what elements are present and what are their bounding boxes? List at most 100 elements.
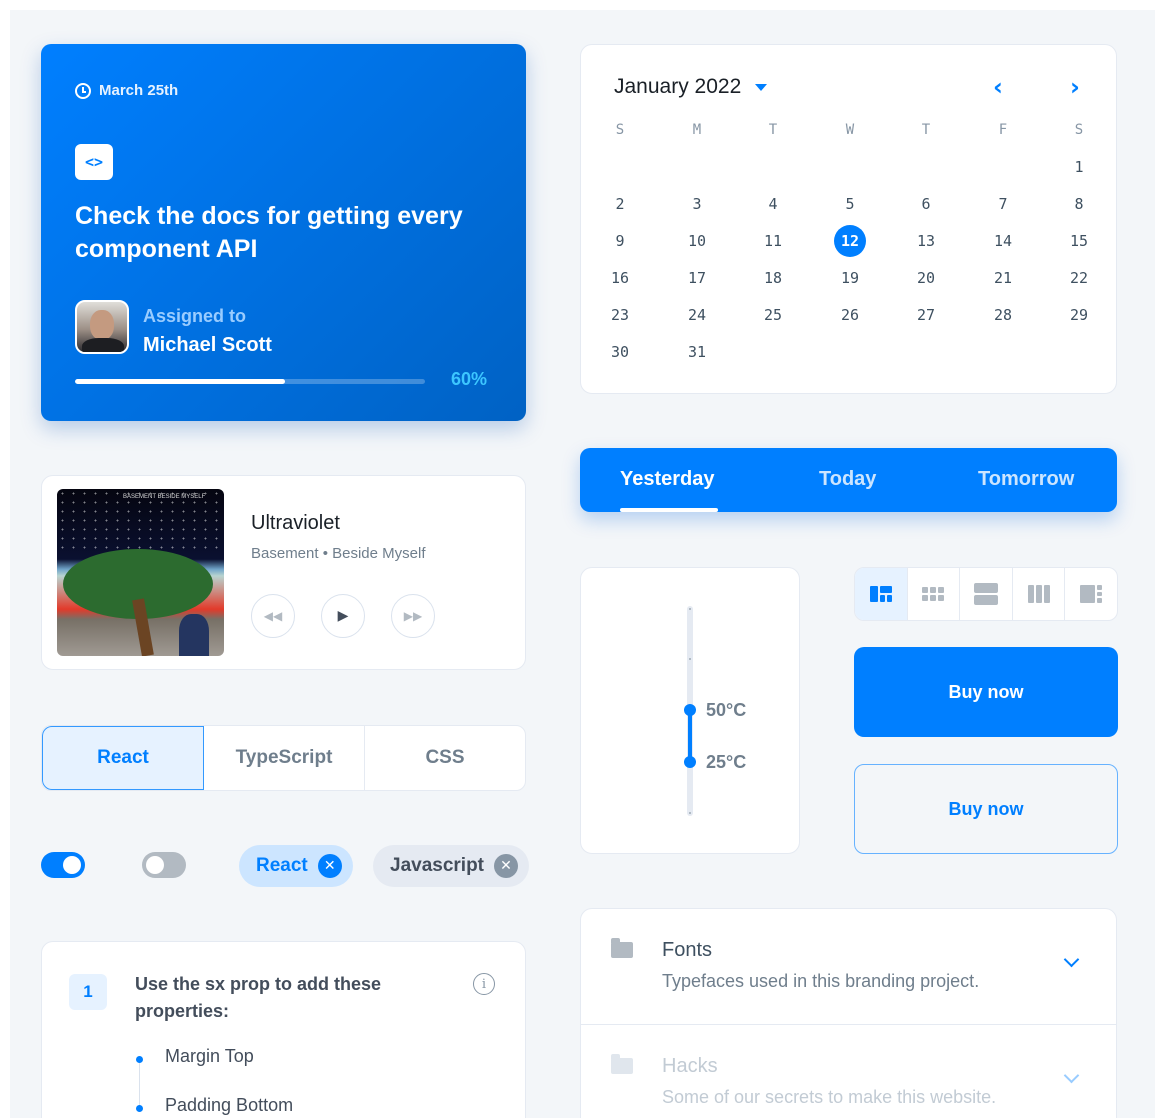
task-progress-bar [75, 379, 425, 384]
calendar-day[interactable]: 29 [1061, 300, 1097, 330]
switch-knob [146, 856, 164, 874]
chevron-right-icon[interactable]: › [1070, 73, 1080, 101]
calendar-day[interactable]: 15 [1061, 226, 1097, 256]
calendar-day[interactable]: 30 [602, 337, 638, 367]
weekday-label: F [998, 122, 1008, 138]
toggle-view-quilt[interactable] [855, 568, 908, 620]
toggle-view-module[interactable] [908, 568, 961, 620]
album-art-text: BASEMENT BESIDE MYSELF [123, 494, 206, 500]
tab-indicator [620, 508, 718, 512]
toggle-view-sidebar[interactable] [1065, 568, 1117, 620]
calendar-day[interactable]: 24 [679, 300, 715, 330]
switch-off[interactable] [142, 852, 186, 878]
calendar-day[interactable]: 14 [985, 226, 1021, 256]
calendar-day[interactable]: 19 [832, 263, 868, 293]
slider-thumb-low[interactable] [684, 756, 696, 768]
fast-forward-icon[interactable]: ▶▶ [391, 594, 435, 638]
accordion-item-hacks[interactable]: Hacks Some of our secrets to make this w… [581, 1024, 1116, 1118]
calendar-day[interactable]: 20 [908, 263, 944, 293]
tab-tomorrow[interactable]: Tomorrow [978, 468, 1074, 491]
calendar-day[interactable]: 1 [1061, 152, 1097, 182]
calendar-day[interactable]: 6 [908, 189, 944, 219]
calendar-day[interactable]: 21 [985, 263, 1021, 293]
calendar-day[interactable]: 18 [755, 263, 791, 293]
tab-today[interactable]: Today [819, 468, 876, 491]
play-icon[interactable]: ▶ [321, 594, 365, 638]
toggle-view-agenda[interactable] [960, 568, 1013, 620]
calendar-week-row: 1 [581, 152, 1118, 189]
calendar-day[interactable]: 3 [679, 189, 715, 219]
weekday-label: W [845, 122, 855, 138]
switch-on[interactable] [41, 852, 85, 878]
close-icon[interactable]: ✕ [494, 854, 519, 878]
buy-now-outlined-button[interactable]: Buy now [854, 764, 1118, 854]
step-dot [136, 1105, 143, 1112]
step-item: Margin Top [165, 1046, 254, 1066]
task-progress-fill [75, 379, 285, 384]
segment-css[interactable]: CSS [365, 726, 525, 790]
view-agenda-icon [973, 583, 998, 605]
calendar-week-row: 23 24 25 26 27 28 29 [581, 300, 1118, 337]
calendar-day[interactable]: 31 [679, 337, 715, 367]
calendar-day[interactable]: 5 [832, 189, 868, 219]
caret-down-icon[interactable] [755, 83, 768, 91]
calendar-day[interactable]: 10 [679, 226, 715, 256]
calendar-day[interactable]: 7 [985, 189, 1021, 219]
calendar-day[interactable]: 28 [985, 300, 1021, 330]
folder-icon [611, 1054, 633, 1074]
calendar-header[interactable]: January 2022 [614, 75, 768, 99]
date-calendar: January 2022 ‹ › S M T W T F S 1 2 3 4 5 6 7 8 9 10 11 12 1… [580, 44, 1117, 394]
album-art: BASEMENT BESIDE MYSELF [57, 489, 224, 656]
calendar-day[interactable]: 13 [908, 226, 944, 256]
calendar-day-selected[interactable]: 12 [834, 225, 866, 257]
step-text: Use the sx prop to add these properties: [135, 974, 382, 1021]
calendar-day[interactable]: 11 [755, 226, 791, 256]
song-title: Ultraviolet [251, 512, 340, 534]
segment-react[interactable]: React [42, 726, 204, 790]
calendar-week-row: 30 31 [581, 337, 1118, 374]
chevron-down-icon[interactable] [1063, 1067, 1080, 1084]
view-toggle-group [854, 567, 1118, 621]
info-icon[interactable]: i [473, 973, 495, 995]
chip-label: Javascript [390, 855, 485, 876]
weekday-label: M [692, 122, 702, 138]
calendar-day[interactable]: 8 [1061, 189, 1097, 219]
calendar-day[interactable]: 25 [755, 300, 791, 330]
calendar-day[interactable]: 4 [755, 189, 791, 219]
buy-now-button[interactable]: Buy now [854, 647, 1118, 737]
weekday-label: T [768, 122, 778, 138]
calendar-day[interactable]: 27 [908, 300, 944, 330]
weekday-label: S [615, 122, 625, 138]
calendar-day[interactable]: 16 [602, 263, 638, 293]
rewind-icon[interactable]: ◀◀ [251, 594, 295, 638]
calendar-day[interactable]: 23 [602, 300, 638, 330]
calendar-day[interactable]: 2 [602, 189, 638, 219]
accordion-item-fonts[interactable]: Fonts Typefaces used in this branding pr… [581, 909, 1116, 1024]
chevron-left-icon[interactable]: ‹ [993, 73, 1003, 101]
toggle-view-week[interactable] [1013, 568, 1066, 620]
slider-range [688, 708, 692, 762]
slider-thumb-high[interactable] [684, 704, 696, 716]
weekday-label: S [1074, 122, 1084, 138]
slider-label-high: 50°C [706, 700, 747, 720]
task-card[interactable]: March 25th <> Check the docs for getting… [41, 44, 526, 421]
calendar-day[interactable]: 22 [1061, 263, 1097, 293]
avatar [75, 300, 129, 354]
task-title: Check the docs for getting every compone… [75, 202, 463, 263]
calendar-day[interactable]: 17 [679, 263, 715, 293]
view-quilt-icon [869, 583, 893, 605]
tab-yesterday[interactable]: Yesterday [620, 468, 715, 491]
clock-icon [75, 82, 91, 99]
close-icon[interactable]: ✕ [317, 854, 342, 878]
accordion-title: Fonts [662, 939, 713, 961]
segment-typescript[interactable]: TypeScript [204, 726, 365, 790]
chevron-down-icon[interactable] [1063, 951, 1080, 968]
calendar-day[interactable]: 26 [832, 300, 868, 330]
calendar-weekday-row: SMTWTFS [581, 115, 1118, 152]
step-number: 1 [69, 974, 107, 1010]
chip-javascript[interactable]: Javascript ✕ [373, 845, 530, 887]
calendar-day[interactable]: 9 [602, 226, 638, 256]
chip-react[interactable]: React ✕ [239, 845, 353, 887]
step-item: Padding Bottom [165, 1095, 294, 1115]
calendar-week-row: 2 3 4 5 6 7 8 [581, 189, 1118, 226]
